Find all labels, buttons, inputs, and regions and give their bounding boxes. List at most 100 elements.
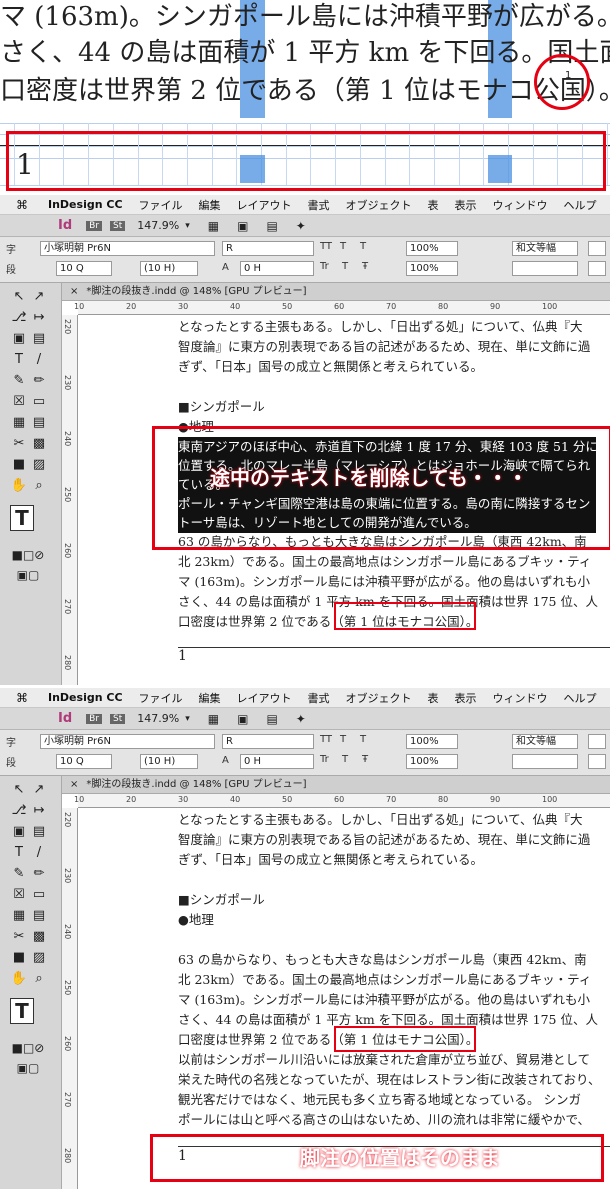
grid-icon[interactable]: ▤ xyxy=(30,908,48,923)
close-tab-icon[interactable]: × xyxy=(70,286,78,297)
pencil-tool-icon[interactable]: ✏ xyxy=(30,373,48,388)
font-size-field[interactable]: 10 Q xyxy=(56,261,112,276)
pen-tool-icon[interactable]: ✎ xyxy=(10,373,28,388)
menu-item[interactable]: レイアウト xyxy=(237,690,292,706)
menu-item[interactable]: 表示 xyxy=(455,690,477,706)
tracking-field[interactable]: 0 H xyxy=(240,261,314,276)
zoom-tool-icon[interactable]: ⌕ xyxy=(30,478,48,493)
arrange-documents-icon[interactable]: ▤ xyxy=(266,219,277,233)
selection-tool-icon[interactable]: ↖ xyxy=(10,289,28,304)
mojikumi-field[interactable]: 和文等幅 xyxy=(512,734,578,749)
leading-field[interactable]: (10 H) xyxy=(140,754,198,769)
menu-item[interactable]: 編集 xyxy=(199,690,221,706)
publish-icon[interactable]: ✦ xyxy=(296,219,306,233)
horizontal-scale-field[interactable]: 100% xyxy=(406,754,458,769)
bridge-button[interactable]: Br xyxy=(86,713,103,724)
rectangle-frame-icon[interactable]: ☒ xyxy=(10,887,28,902)
zoom-tool-icon[interactable]: ⌕ xyxy=(30,971,48,986)
direct-select-tool-icon[interactable]: ↗ xyxy=(30,289,48,304)
view-options-icon[interactable]: ▦ xyxy=(208,219,219,233)
menu-item[interactable]: 書式 xyxy=(308,690,330,706)
content-collector-icon[interactable]: ▣ xyxy=(10,824,28,839)
menu-item[interactable]: 表示 xyxy=(455,197,477,213)
menu-item[interactable]: 表 xyxy=(428,197,439,213)
view-mode-icon[interactable]: ▣▢ xyxy=(8,568,48,582)
table-icon[interactable]: ▦ xyxy=(10,415,28,430)
menu-item[interactable]: ヘルプ xyxy=(564,197,597,213)
leading-field[interactable]: (10 H) xyxy=(140,261,198,276)
stock-button[interactable]: St xyxy=(110,220,126,231)
screen-mode-icon[interactable]: ▣ xyxy=(237,219,248,233)
vertical-scale-field[interactable]: 100% xyxy=(406,241,458,256)
baseline-shift-field[interactable] xyxy=(512,261,578,276)
transform-icon[interactable]: ▩ xyxy=(30,929,48,944)
formatting-text-icon[interactable]: T xyxy=(10,998,34,1024)
grid-icon[interactable]: ▤ xyxy=(30,415,48,430)
page-tool-icon[interactable]: ⎇ xyxy=(10,803,28,818)
line-tool-icon[interactable]: / xyxy=(30,352,48,367)
horizontal-scale-field[interactable]: 100% xyxy=(406,261,458,276)
scissors-icon[interactable]: ✂ xyxy=(10,929,28,944)
hand-tool-icon[interactable]: ✋ xyxy=(10,478,28,493)
pencil-tool-icon[interactable]: ✏ xyxy=(30,866,48,881)
content-collector-icon[interactable]: ▣ xyxy=(10,331,28,346)
font-family-field[interactable]: 小塚明朝 Pr6N xyxy=(40,734,215,749)
menu-item[interactable]: レイアウト xyxy=(237,197,292,213)
zoom-level[interactable]: 147.9% xyxy=(137,219,179,232)
gap-tool-icon[interactable]: ↦ xyxy=(30,310,48,325)
app-name-menu[interactable]: InDesign CC xyxy=(48,198,123,211)
hand-tool-icon[interactable]: ✋ xyxy=(10,971,28,986)
color-swatches-icon[interactable]: ■□⊘ xyxy=(6,548,50,562)
baseline-shift-field[interactable] xyxy=(512,754,578,769)
menu-item[interactable]: ファイル xyxy=(139,690,183,706)
menu-item[interactable]: 表 xyxy=(428,690,439,706)
gradient-feather-icon[interactable]: ▨ xyxy=(30,457,48,472)
rectangle-tool-icon[interactable]: ▭ xyxy=(30,887,48,902)
font-size-field[interactable]: 10 Q xyxy=(56,754,112,769)
menu-item[interactable]: ウィンドウ xyxy=(493,197,548,213)
menu-item[interactable]: 編集 xyxy=(199,197,221,213)
content-placer-icon[interactable]: ▤ xyxy=(30,331,48,346)
document-tab[interactable]: × *脚注の段抜き.indd @ 148% [GPU プレビュー] xyxy=(62,283,610,301)
bridge-button[interactable]: Br xyxy=(86,220,103,231)
color-swatches-icon[interactable]: ■□⊘ xyxy=(6,1041,50,1055)
menu-item[interactable]: ウィンドウ xyxy=(493,690,548,706)
menu-item[interactable]: オブジェクト xyxy=(346,197,412,213)
table-icon[interactable]: ▦ xyxy=(10,908,28,923)
view-mode-icon[interactable]: ▣▢ xyxy=(8,1061,48,1075)
apple-menu-icon[interactable]: ⌘ xyxy=(16,198,28,212)
font-family-field[interactable]: 小塚明朝 Pr6N xyxy=(40,241,215,256)
apple-menu-icon[interactable]: ⌘ xyxy=(16,691,28,705)
type-tool-icon[interactable]: T xyxy=(10,845,28,860)
transform-icon[interactable]: ▩ xyxy=(30,436,48,451)
stock-button[interactable]: St xyxy=(110,713,126,724)
option-field[interactable] xyxy=(588,241,606,256)
rectangle-tool-icon[interactable]: ▭ xyxy=(30,394,48,409)
gradient-icon[interactable]: ■ xyxy=(10,950,28,965)
gradient-icon[interactable]: ■ xyxy=(10,457,28,472)
tracking-field[interactable]: 0 H xyxy=(240,754,314,769)
close-tab-icon[interactable]: × xyxy=(70,779,78,790)
selection-tool-icon[interactable]: ↖ xyxy=(10,782,28,797)
rectangle-frame-icon[interactable]: ☒ xyxy=(10,394,28,409)
scissors-icon[interactable]: ✂ xyxy=(10,436,28,451)
line-tool-icon[interactable]: / xyxy=(30,845,48,860)
zoom-level[interactable]: 147.9% xyxy=(137,712,179,725)
option-field[interactable] xyxy=(588,754,606,769)
document-page[interactable]: となったとする主張もある。しかし、「日出ずる処」について、仏典『大 智度論』に東方… xyxy=(78,315,610,685)
vertical-ruler[interactable]: 220230240250260270280290 xyxy=(62,808,78,1189)
view-options-icon[interactable]: ▦ xyxy=(208,712,219,726)
gradient-feather-icon[interactable]: ▨ xyxy=(30,950,48,965)
content-placer-icon[interactable]: ▤ xyxy=(30,824,48,839)
direct-select-tool-icon[interactable]: ↗ xyxy=(30,782,48,797)
app-name-menu[interactable]: InDesign CC xyxy=(48,691,123,704)
formatting-text-icon[interactable]: T xyxy=(10,505,34,531)
type-tool-icon[interactable]: T xyxy=(10,352,28,367)
chevron-down-icon[interactable]: ▾ xyxy=(185,221,190,231)
chevron-down-icon[interactable]: ▾ xyxy=(185,714,190,724)
pen-tool-icon[interactable]: ✎ xyxy=(10,866,28,881)
option-field[interactable] xyxy=(588,734,606,749)
font-style-field[interactable]: R xyxy=(222,241,314,256)
page-tool-icon[interactable]: ⎇ xyxy=(10,310,28,325)
screen-mode-icon[interactable]: ▣ xyxy=(237,712,248,726)
